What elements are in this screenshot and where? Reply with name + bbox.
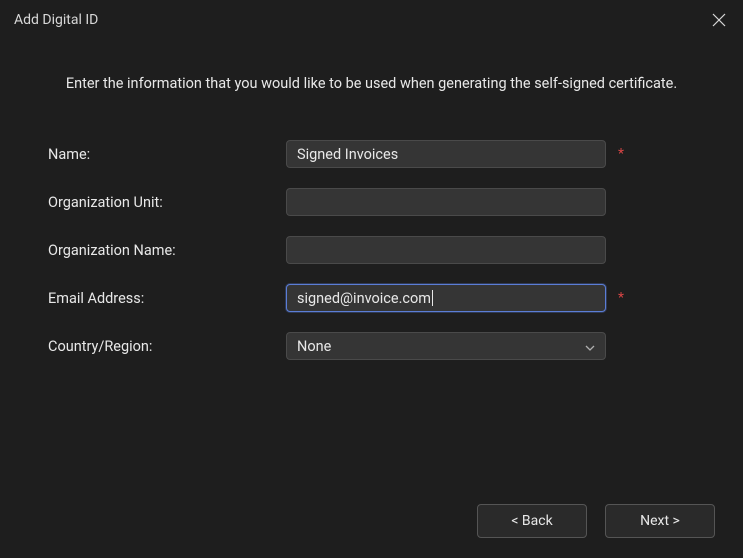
name-input[interactable]	[286, 140, 606, 168]
label-org-unit: Organization Unit:	[48, 194, 286, 211]
row-org-name: Organization Name:	[48, 236, 695, 264]
label-name: Name:	[48, 146, 286, 163]
input-wrap-org-name	[286, 236, 695, 264]
close-button[interactable]	[709, 10, 729, 30]
input-wrap-org-unit	[286, 188, 695, 216]
chevron-down-icon	[585, 338, 595, 355]
close-icon	[712, 13, 726, 27]
input-wrap-country: None	[286, 332, 695, 360]
label-country: Country/Region:	[48, 338, 286, 355]
dialog-window: Add Digital ID Enter the information tha…	[0, 0, 743, 558]
input-wrap-name: *	[286, 140, 695, 168]
window-title: Add Digital ID	[14, 12, 98, 28]
row-name: Name: *	[48, 140, 695, 168]
input-wrap-email: signed@invoice.com *	[286, 284, 695, 312]
email-input[interactable]: signed@invoice.com	[286, 284, 606, 312]
label-org-name: Organization Name:	[48, 242, 286, 259]
back-button[interactable]: < Back	[477, 504, 587, 538]
dialog-content: Enter the information that you would lik…	[0, 38, 743, 492]
instruction-text: Enter the information that you would lik…	[30, 56, 713, 140]
dialog-footer: < Back Next >	[0, 492, 743, 558]
text-caret	[432, 290, 433, 306]
required-mark: *	[618, 290, 624, 306]
email-input-value: signed@invoice.com	[297, 290, 431, 307]
row-org-unit: Organization Unit:	[48, 188, 695, 216]
row-email: Email Address: signed@invoice.com *	[48, 284, 695, 312]
country-select[interactable]: None	[286, 332, 606, 360]
country-select-value: None	[297, 338, 331, 355]
label-email: Email Address:	[48, 290, 286, 307]
next-button[interactable]: Next >	[605, 504, 715, 538]
org-name-input[interactable]	[286, 236, 606, 264]
org-unit-input[interactable]	[286, 188, 606, 216]
row-country: Country/Region: None	[48, 332, 695, 360]
required-mark: *	[618, 146, 624, 162]
form: Name: * Organization Unit: Organization …	[30, 140, 713, 380]
titlebar: Add Digital ID	[0, 0, 743, 38]
